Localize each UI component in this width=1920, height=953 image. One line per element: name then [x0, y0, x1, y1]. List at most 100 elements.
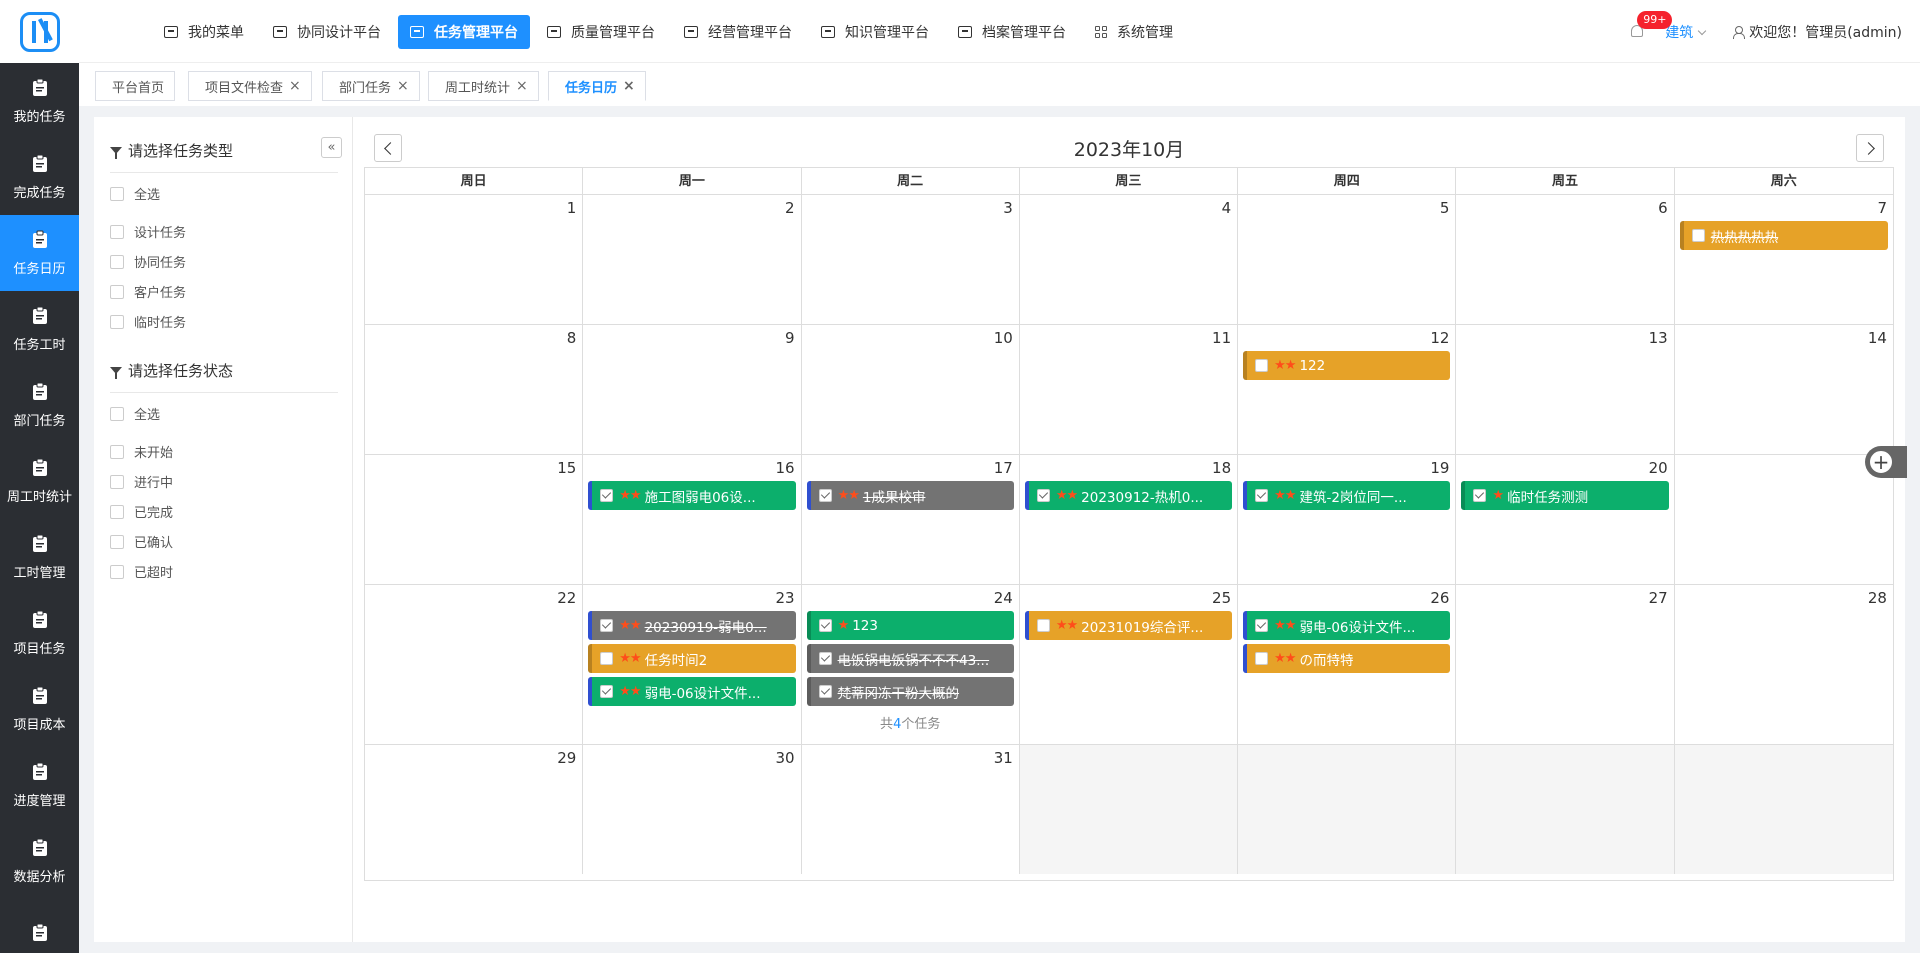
task-checkbox[interactable] — [600, 685, 614, 698]
tab-platform-home[interactable]: 平台首页 — [95, 71, 176, 101]
task-checkbox[interactable] — [1255, 359, 1269, 372]
day-cell[interactable]: 30 — [583, 745, 802, 874]
sidebar-item-9[interactable]: 进度管理 — [0, 747, 79, 823]
topnav-item-0[interactable]: 我的菜单 — [152, 15, 256, 49]
day-cell[interactable]: 24 ★ 123 电饭锅电饭锅不不不43... 梵蒂冈冻干粉大概的 共4个任务 — [801, 585, 1020, 745]
sidebar-item-3[interactable]: 任务工时 — [0, 291, 79, 367]
task-event[interactable]: ★★ 任务时间2 — [588, 644, 796, 673]
task-checkbox[interactable] — [1255, 489, 1269, 502]
day-cell[interactable] — [1456, 745, 1675, 874]
checkbox[interactable] — [110, 534, 124, 549]
checkbox[interactable] — [110, 406, 124, 421]
task-event[interactable]: ★★ 1成果校审 — [806, 481, 1014, 510]
type-client[interactable]: 客户任务 — [110, 282, 186, 301]
tab-weekly-hours[interactable]: 周工时统计 × — [428, 71, 539, 101]
day-cell[interactable]: 10 — [801, 325, 1020, 455]
day-cell[interactable]: 9 — [583, 325, 802, 455]
checkbox[interactable] — [110, 314, 124, 329]
day-cell[interactable]: 1 — [365, 195, 584, 325]
task-event[interactable]: 梵蒂冈冻干粉大概的 — [806, 677, 1014, 706]
task-event[interactable]: ★★ 20231019综合评... — [1024, 611, 1233, 640]
day-cell[interactable]: 19 ★★ 建筑-2岗位同一... — [1238, 455, 1457, 585]
task-event[interactable]: 电饭锅电饭锅不不不43... — [806, 644, 1014, 673]
task-event[interactable]: 热热热热热 — [1679, 221, 1888, 250]
task-event[interactable]: ★★ 20230919-弱电0... — [588, 611, 796, 640]
topnav-item-4[interactable]: 经营管理平台 — [672, 15, 804, 49]
topnav-item-3[interactable]: 质量管理平台 — [535, 15, 667, 49]
topnav-item-7[interactable]: 系统管理 — [1083, 15, 1185, 49]
task-event[interactable]: ★★ 施工图弱电06设... — [588, 481, 796, 510]
task-checkbox[interactable] — [818, 489, 832, 502]
sidebar-item-8[interactable]: 项目成本 — [0, 671, 79, 747]
checkbox[interactable] — [110, 224, 124, 239]
task-event[interactable]: ★ 123 — [806, 611, 1014, 640]
task-checkbox[interactable] — [1255, 652, 1269, 665]
task-checkbox[interactable] — [1036, 489, 1050, 502]
checkbox[interactable] — [110, 284, 124, 299]
day-cell[interactable]: 26 ★★ 弱电-06设计文件... ★★ の而特特 — [1238, 585, 1457, 745]
type-temp[interactable]: 临时任务 — [110, 312, 186, 331]
day-cell[interactable]: 28 — [1674, 585, 1893, 745]
topnav-item-2[interactable]: 任务管理平台 — [398, 15, 530, 49]
task-checkbox[interactable] — [1255, 619, 1269, 632]
day-cell[interactable]: 12 ★★ 122 — [1238, 325, 1457, 455]
close-icon[interactable]: × — [516, 78, 528, 94]
status-not-started[interactable]: 未开始 — [110, 442, 173, 461]
day-cell[interactable]: 7 热热热热热 — [1674, 195, 1893, 325]
task-checkbox[interactable] — [1691, 229, 1705, 242]
close-icon[interactable]: × — [397, 78, 409, 94]
day-cell[interactable]: 23 ★★ 20230919-弱电0... ★★ 任务时间2 ★★ 弱电-06设计文件... — [583, 585, 802, 745]
status-completed[interactable]: 已完成 — [110, 502, 173, 521]
tab-task-calendar[interactable]: 任务日历 × — [548, 71, 646, 101]
day-cell[interactable] — [1019, 745, 1239, 874]
day-cell[interactable]: 18 ★★ 20230912-热机0... — [1019, 455, 1239, 585]
day-cell[interactable]: 25 ★★ 20231019综合评... — [1019, 585, 1239, 745]
task-event[interactable]: ★★ 弱电-06设计文件... — [588, 677, 796, 706]
day-cell[interactable]: 14 — [1674, 325, 1893, 455]
day-cell[interactable]: 22 — [365, 585, 584, 745]
sidebar-item-6[interactable]: 工时管理 — [0, 519, 79, 595]
sidebar-item-4[interactable]: 部门任务 — [0, 367, 79, 443]
status-overdue[interactable]: 已超时 — [110, 562, 173, 581]
day-cell[interactable]: 13 — [1456, 325, 1675, 455]
status-in-progress[interactable]: 进行中 — [110, 472, 173, 491]
day-cell[interactable]: 15 — [365, 455, 584, 585]
type-select-all[interactable]: 全选 — [110, 184, 160, 203]
sidebar-item-0[interactable]: 我的任务 — [0, 63, 79, 139]
task-checkbox[interactable] — [1473, 489, 1487, 502]
org-selector[interactable]: 建筑 — [1665, 22, 1707, 42]
day-cell[interactable]: 2 — [583, 195, 802, 325]
checkbox[interactable] — [110, 254, 124, 269]
status-select-all[interactable]: 全选 — [110, 404, 160, 423]
day-cell[interactable]: 6 — [1456, 195, 1675, 325]
sidebar-item-1[interactable]: 完成任务 — [0, 139, 79, 215]
day-cell[interactable]: 27 — [1456, 585, 1675, 745]
checkbox[interactable] — [110, 444, 124, 459]
checkbox[interactable] — [110, 474, 124, 489]
sidebar-item-11[interactable] — [0, 899, 79, 953]
status-confirmed[interactable]: 已确认 — [110, 532, 173, 551]
sidebar-item-10[interactable]: 数据分析 — [0, 823, 79, 899]
day-cell[interactable]: 3 — [801, 195, 1020, 325]
checkbox[interactable] — [110, 504, 124, 519]
topnav-item-6[interactable]: 档案管理平台 — [946, 15, 1078, 49]
topnav-item-1[interactable]: 协同设计平台 — [261, 15, 393, 49]
sidebar-item-2[interactable]: 任务日历 — [0, 215, 79, 291]
task-event[interactable]: ★★ の而特特 — [1243, 644, 1451, 673]
day-cell[interactable] — [1238, 745, 1457, 874]
day-cell[interactable]: 11 — [1019, 325, 1239, 455]
type-collab[interactable]: 协同任务 — [110, 252, 186, 271]
day-cell[interactable] — [1674, 745, 1893, 874]
sidebar-item-7[interactable]: 项目任务 — [0, 595, 79, 671]
tab-project-file-check[interactable]: 项目文件检查 × — [188, 71, 312, 101]
close-icon[interactable]: × — [623, 78, 635, 94]
more-tasks-link[interactable]: 共4个任务 — [802, 713, 1019, 732]
topnav-item-5[interactable]: 知识管理平台 — [809, 15, 941, 49]
task-event[interactable]: ★★ 122 — [1243, 351, 1451, 380]
day-cell[interactable] — [1674, 455, 1893, 585]
tab-dept-tasks[interactable]: 部门任务 × — [322, 71, 420, 101]
task-checkbox[interactable] — [818, 652, 832, 665]
day-cell[interactable]: 20 ★ 临时任务测测 — [1456, 455, 1675, 585]
task-event[interactable]: ★★ 弱电-06设计文件... — [1243, 611, 1451, 640]
day-cell[interactable]: 5 — [1238, 195, 1457, 325]
